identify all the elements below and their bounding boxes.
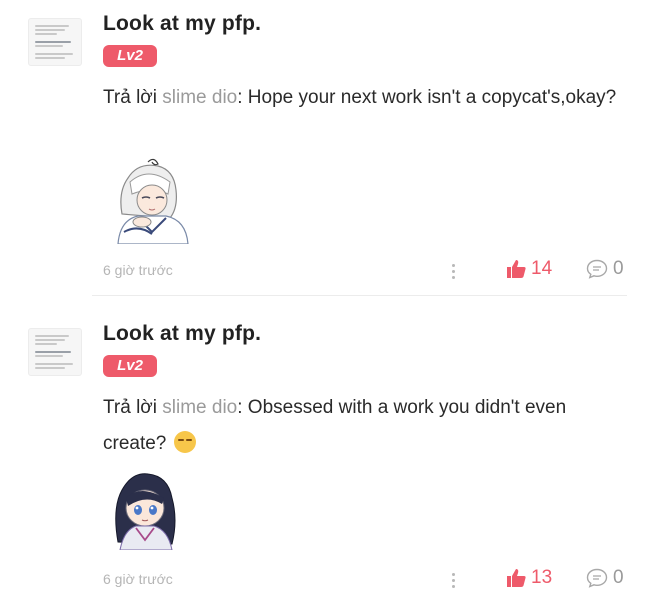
more-vertical-icon[interactable] bbox=[448, 261, 458, 281]
reply-prefix: Trả lời bbox=[103, 397, 163, 418]
comment-bubble-icon bbox=[586, 568, 608, 588]
sticker-image bbox=[117, 158, 189, 244]
comment-timestamp: 6 giờ trước bbox=[103, 571, 173, 587]
reply-button[interactable]: 0 bbox=[586, 567, 630, 589]
like-count: 13 bbox=[531, 567, 553, 588]
comment-author[interactable]: Look at my pfp. bbox=[103, 12, 261, 36]
comment-timestamp: 6 giờ trước bbox=[103, 262, 173, 278]
thumbs-up-icon bbox=[507, 260, 526, 278]
reply-button[interactable]: 0 bbox=[586, 258, 630, 280]
comment-author[interactable]: Look at my pfp. bbox=[103, 322, 261, 346]
more-vertical-icon[interactable] bbox=[448, 570, 458, 590]
comment-item: Look at my pfp. Lv2 Trả lời slime dio: O… bbox=[0, 310, 654, 600]
level-badge: Lv2 bbox=[103, 355, 157, 377]
mention-link[interactable]: slime dio bbox=[162, 397, 237, 418]
level-badge: Lv2 bbox=[103, 45, 157, 67]
avatar[interactable] bbox=[28, 18, 82, 66]
comment-bubble-icon bbox=[586, 259, 608, 279]
like-button[interactable]: 13 bbox=[506, 567, 566, 589]
divider bbox=[92, 295, 627, 296]
reply-prefix: Trả lời bbox=[103, 87, 163, 108]
relieved-face-emoji bbox=[173, 431, 196, 453]
reply-count: 0 bbox=[613, 567, 624, 588]
thumbs-up-icon bbox=[507, 569, 526, 587]
comment-body: : Hope your next work isn't a copycat's,… bbox=[237, 87, 617, 108]
like-count: 14 bbox=[531, 258, 553, 279]
mention-link[interactable]: slime dio bbox=[162, 87, 237, 108]
like-button[interactable]: 14 bbox=[506, 258, 566, 280]
reply-count: 0 bbox=[613, 258, 624, 279]
comment-text: Trả lời slime dio: Obsessed with a work … bbox=[103, 390, 623, 462]
comment-item: Look at my pfp. Lv2 Trả lời slime dio: H… bbox=[0, 0, 654, 296]
avatar[interactable] bbox=[28, 328, 82, 376]
comment-text: Trả lời slime dio: Hope your next work i… bbox=[103, 80, 623, 116]
sticker-image bbox=[115, 473, 176, 550]
